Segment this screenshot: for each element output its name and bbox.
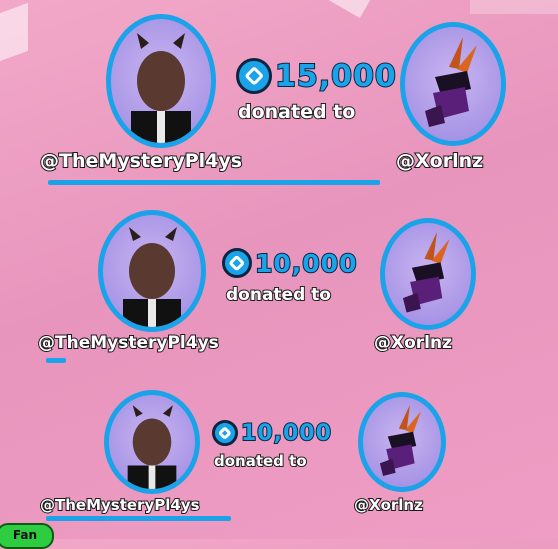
donor-username[interactable]: @TheMysteryPl4ys xyxy=(39,495,201,515)
progress-bar xyxy=(46,516,231,521)
robux-icon xyxy=(212,420,238,446)
donated-to-label: donated to xyxy=(213,451,308,471)
donation-entry-3: 10,000 donated to @TheMysteryPl4ys @Xorl… xyxy=(0,0,558,530)
recipient-username[interactable]: @Xorlnz xyxy=(353,495,424,515)
fan-tag[interactable]: Fan xyxy=(0,523,54,549)
recipient-avatar-figure xyxy=(379,404,421,476)
recipient-avatar[interactable] xyxy=(358,392,446,492)
donation-amount: 10,000 xyxy=(212,420,332,447)
amount-text: 10,000 xyxy=(240,420,332,447)
donor-avatar[interactable] xyxy=(104,390,200,494)
donor-avatar-figure xyxy=(127,405,177,489)
